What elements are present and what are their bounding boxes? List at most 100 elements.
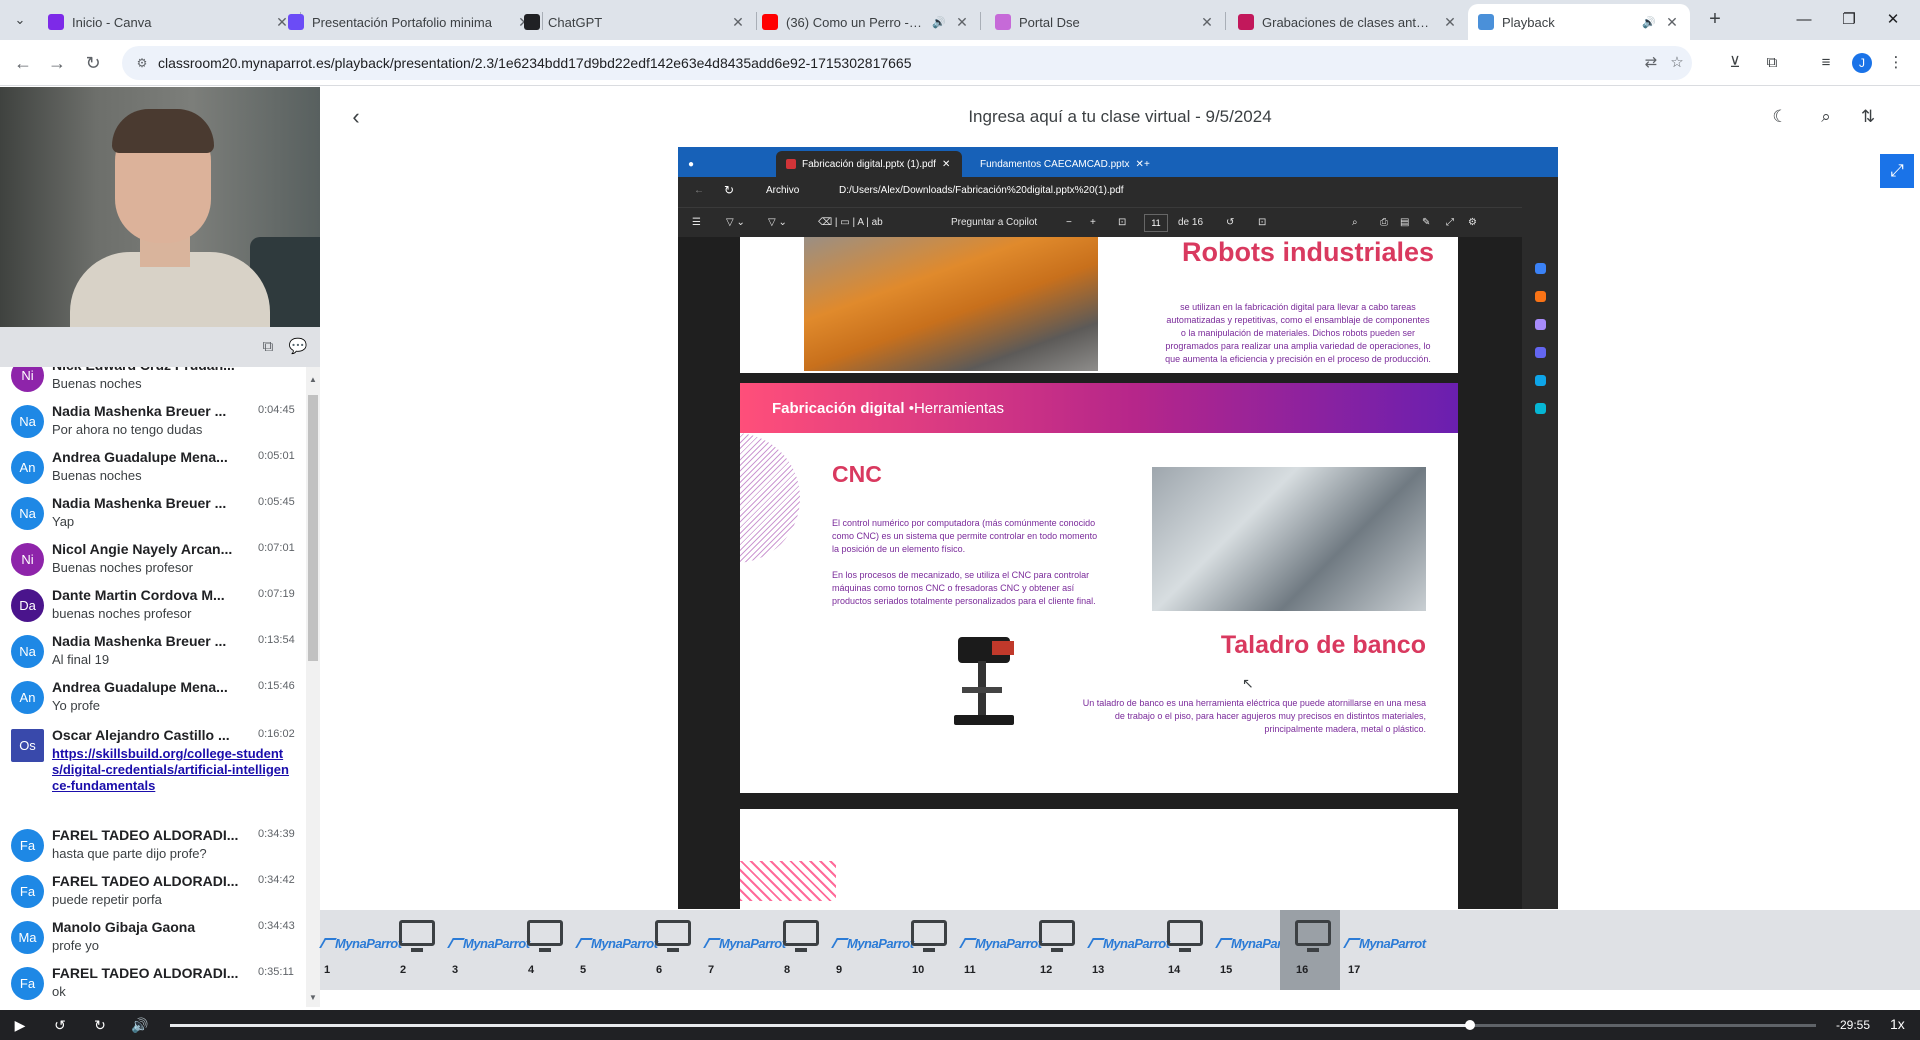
reload-icon[interactable]: ↻ [82, 52, 104, 74]
scroll-down-arrow-icon[interactable]: ▼ [309, 993, 317, 1002]
close-window-button[interactable]: ✕ [1878, 6, 1908, 34]
robots-title: Robots industriales [1181, 237, 1434, 267]
slide-thumbnail-9[interactable]: MynaParrot 9 [831, 910, 914, 990]
chat-text: Yap [52, 514, 75, 529]
tab-close-icon[interactable]: ✕ [954, 14, 970, 31]
audio-icon[interactable]: 🔊 [1642, 16, 1656, 29]
playback-controls: ▶ ↺ ↻ 🔊 -29:55 1x [0, 1010, 1920, 1040]
screen-share-monitor-icon [783, 920, 819, 946]
chat-time: 0:34:39 [258, 828, 295, 840]
minimize-button[interactable]: — [1789, 6, 1819, 34]
chat-time: 0:07:01 [258, 542, 295, 554]
avatar: An [11, 451, 44, 484]
chat-time: 0:13:54 [258, 634, 295, 646]
chat-text: Buenas noches profesor [52, 560, 193, 575]
tab-label: Playback [1502, 14, 1555, 30]
url-text[interactable]: classroom20.mynaparrot.es/playback/prese… [158, 55, 912, 71]
slide-thumbnail-7[interactable]: MynaParrot 7 [703, 910, 786, 990]
extension-icon[interactable]: ⊻ [1725, 53, 1745, 73]
speed-button[interactable]: 1x [1890, 1016, 1905, 1032]
chat-text: puede repetir porfa [52, 892, 162, 907]
slide-thumbnail-4[interactable]: 4 [512, 910, 572, 990]
chat-author: Manolo Gibaja Gaona [52, 919, 196, 935]
tab-5[interactable]: Portal Dse ✕ [985, 4, 1225, 40]
chat-scroll-thumb[interactable] [308, 395, 318, 661]
chat-time: 0:16:02 [258, 728, 295, 740]
slide-thumbnail-2[interactable]: 2 [384, 910, 444, 990]
slide-number: 17 [1348, 964, 1361, 976]
tab-close-icon[interactable]: ✕ [730, 14, 746, 31]
search-icon[interactable]: ⌕ [1814, 105, 1838, 129]
slide-thumbnail-3[interactable]: MynaParrot 3 [447, 910, 530, 990]
bookmark-star-icon[interactable]: ☆ [1668, 54, 1686, 72]
tab-2[interactable]: Presentación Portafolio minima✕ [278, 4, 542, 40]
slide-thumbnail-14[interactable]: 14 [1152, 910, 1212, 990]
audio-icon[interactable]: 🔊 [932, 16, 946, 29]
tab-favicon-icon [1478, 14, 1494, 30]
forward-arrow-icon[interactable]: → [46, 52, 68, 74]
slide-thumbnail-8[interactable]: 8 [768, 910, 828, 990]
slide-thumbnail-13[interactable]: MynaParrot 13 [1087, 910, 1170, 990]
chat-time: 0:07:19 [258, 588, 295, 600]
forward-icon[interactable]: ↻ [89, 1014, 111, 1036]
chat-scrollbar[interactable]: ▲ ▼ [306, 367, 320, 1007]
swap-layout-icon[interactable]: ⇅ [1856, 105, 1880, 129]
slide-thumbnail-16[interactable]: 16 [1280, 910, 1340, 990]
slide-thumbnail-5[interactable]: MynaParrot 5 [575, 910, 658, 990]
slide-thumbnail-15[interactable]: MynaParrot 15 [1215, 910, 1298, 990]
slide-number: 15 [1220, 964, 1233, 976]
copy-chat-icon[interactable]: ⧉ [258, 337, 278, 357]
rewind-icon[interactable]: ↺ [49, 1014, 71, 1036]
slide-thumbnail-17[interactable]: MynaParrot 17 [1343, 910, 1426, 990]
play-icon[interactable]: ▶ [9, 1014, 31, 1036]
scroll-up-arrow-icon[interactable]: ▲ [309, 375, 317, 384]
tab-1[interactable]: Inicio - Canva ✕ [38, 4, 300, 40]
tab-favicon-icon [288, 14, 304, 30]
avatar: Ni [11, 543, 44, 576]
tab-search-chevron-icon[interactable]: ⌄ [8, 8, 32, 32]
tab-6[interactable]: Grabaciones de clases anteriore ✕ [1228, 4, 1468, 40]
slide-thumbnail-6[interactable]: 6 [640, 910, 700, 990]
volume-icon[interactable]: 🔊 [129, 1014, 151, 1036]
profile-avatar[interactable]: J [1852, 53, 1872, 73]
tab-4[interactable]: (36) Como un Perro - YouTu 🔊 ✕ [752, 4, 980, 40]
tab-close-icon[interactable]: ✕ [1442, 14, 1458, 31]
progress-bar[interactable] [170, 1020, 1816, 1030]
tab-label: ChatGPT [548, 14, 603, 30]
chat-author: Nadia Mashenka Breuer ... [52, 495, 227, 511]
media-control-icon[interactable]: ≡ [1816, 53, 1836, 73]
slide-thumbnail-10[interactable]: 10 [896, 910, 956, 990]
slide-thumbnail-1[interactable]: MynaParrot 1 [319, 910, 402, 990]
chat-author: Andrea Guadalupe Mena... [52, 679, 228, 695]
slide-thumbnail-12[interactable]: 12 [1024, 910, 1084, 990]
chat-time: 0:34:42 [258, 874, 295, 886]
tab-3[interactable]: ChatGPT ✕ [514, 4, 756, 40]
translate-icon[interactable]: ⇄ [1642, 54, 1660, 72]
tab-close-icon[interactable]: ✕ [1664, 14, 1680, 31]
chat-text: buenas noches profesor [52, 606, 192, 621]
chat-link[interactable]: https://skillsbuild.org/college-students… [52, 746, 292, 794]
fullscreen-icon[interactable]: ⤢ [1880, 154, 1914, 188]
tab-close-icon[interactable]: ✕ [1199, 14, 1215, 31]
back-chevron-icon[interactable]: ‹ [344, 105, 368, 129]
slide-number: 1 [324, 964, 331, 976]
slide-number: 10 [912, 964, 925, 976]
back-arrow-icon[interactable]: ← [12, 52, 34, 74]
drill-press-image [948, 633, 1024, 727]
screen-share-monitor-icon [655, 920, 691, 946]
address-bar[interactable]: ⚙ classroom20.mynaparrot.es/playback/pre… [122, 46, 1692, 80]
tab-7[interactable]: Playback 🔊 ✕ [1468, 4, 1690, 40]
chat-text: profe yo [52, 938, 99, 953]
theme-moon-icon[interactable]: ☾ [1768, 105, 1792, 129]
slide-thumbnail-11[interactable]: MynaParrot 11 [959, 910, 1042, 990]
progress-knob[interactable] [1465, 1020, 1476, 1030]
restore-button[interactable]: ❐ [1834, 6, 1864, 34]
chat-text: Buenas noches [52, 468, 142, 483]
chat-time: 0:15:46 [258, 680, 295, 692]
menu-kebab-icon[interactable]: ⋮ [1886, 53, 1906, 73]
chat-bubbles-icon[interactable]: 💬 [288, 337, 308, 357]
site-info-icon[interactable]: ⚙ [134, 55, 150, 71]
extensions-puzzle-icon[interactable]: ⧉ [1762, 53, 1782, 73]
screen-share-monitor-icon [527, 920, 563, 946]
new-tab-button[interactable]: + [1704, 9, 1726, 31]
